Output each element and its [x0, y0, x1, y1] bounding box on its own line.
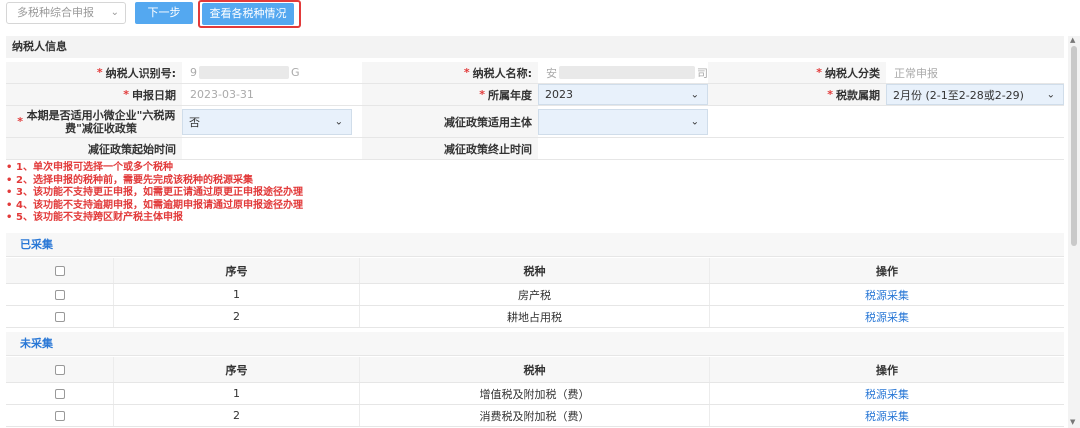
- table-row: 2 消费税及附加税（费） 税源采集: [6, 405, 1064, 427]
- notice-list: • 1、单次申报可选择一个或多个税种 • 2、选择申报的税种前，需要先完成该税种的税…: [6, 162, 606, 225]
- year-select[interactable]: 2023 ⌄: [538, 84, 708, 105]
- source-collect-link[interactable]: 税源采集: [865, 287, 909, 303]
- row-no: 2: [114, 306, 360, 327]
- table-row: 1 增值税及附加税（费） 税源采集: [6, 383, 1064, 405]
- notice-item: • 3、该功能不支持更正申报，如需更正请通过原更正申报途径办理: [6, 187, 303, 199]
- taxpayer-category-value: 正常申报: [894, 66, 938, 80]
- select-all-checkbox[interactable]: [54, 364, 65, 375]
- row-checkbox[interactable]: [54, 410, 65, 421]
- notice-item: • 1、单次申报可选择一个或多个税种: [6, 162, 173, 173]
- toolbar: 多税种综合申报 ⌄ 下一步 查看各税种情况: [0, 0, 1080, 30]
- source-collect-link[interactable]: 税源采集: [865, 309, 909, 325]
- next-step-button[interactable]: 下一步: [135, 2, 193, 24]
- redacted-block: [199, 66, 289, 79]
- col-no-header: 序号: [114, 258, 360, 283]
- taxpayer-id-label: * 纳税人识别号:: [6, 62, 182, 83]
- scroll-thumb[interactable]: [1071, 46, 1077, 246]
- taxpayer-name-label: * 纳税人名称:: [362, 62, 538, 83]
- col-tax-header: 税种: [360, 258, 710, 283]
- row-checkbox[interactable]: [54, 388, 65, 399]
- small-business-label: * 本期是否适用小微企业"六税两费"减征收政策: [6, 106, 182, 137]
- info-row-1: * 纳税人识别号: 9G * 纳税人名称: 安司 * 纳税人分类 正常申报: [6, 62, 1064, 84]
- chevron-down-icon: ⌄: [690, 116, 699, 128]
- col-tax-header: 税种: [360, 357, 710, 382]
- row-tax: 消费税及附加税（费）: [360, 405, 710, 426]
- notice-item: • 5、该功能不支持跨区财产税主体申报: [6, 212, 183, 224]
- row-checkbox[interactable]: [54, 311, 65, 322]
- scroll-up-icon[interactable]: ▲: [1070, 36, 1075, 44]
- table-row: 2 耕地占用税 税源采集: [6, 306, 1064, 328]
- period-select[interactable]: 2月份 (2-1至2-28或2-29) ⌄: [886, 84, 1064, 105]
- row-tax: 房产税: [360, 284, 710, 305]
- scroll-down-icon[interactable]: ▼: [1070, 418, 1075, 426]
- reduction-subject-select[interactable]: ⌄: [538, 109, 708, 135]
- reduction-end-label: 减征政策终止时间: [362, 138, 538, 159]
- main-panel: 纳税人信息 * 纳税人识别号: 9G * 纳税人名称: 安司 * 纳税人分类 正常申报…: [6, 36, 1064, 428]
- taxpayer-name-value: 安司: [546, 66, 708, 80]
- chevron-down-icon: ⌄: [334, 116, 343, 128]
- info-row-2: * 申报日期 2023-03-31 * 所属年度 2023 ⌄ * 税款属期 2月份 (…: [6, 84, 1064, 106]
- notice-item: • 2、选择申报的税种前，需要先完成该税种的税源采集: [6, 174, 253, 186]
- row-tax: 耕地占用税: [360, 306, 710, 327]
- year-label: * 所属年度: [362, 84, 538, 105]
- view-tax-status-button[interactable]: 查看各税种情况: [202, 3, 294, 25]
- source-collect-link[interactable]: 税源采集: [865, 386, 909, 402]
- declare-date-value: 2023-03-31: [190, 88, 254, 101]
- row-no: 1: [114, 284, 360, 305]
- uncollected-heading: 未采集: [6, 332, 1064, 356]
- taxpayer-info-heading: 纳税人信息: [6, 36, 1064, 58]
- row-no: 2: [114, 405, 360, 426]
- reduction-start-label: 减征政策起始时间: [6, 138, 182, 159]
- reduction-start-value: [182, 138, 362, 159]
- col-action-header: 操作: [876, 264, 898, 278]
- row-checkbox[interactable]: [54, 289, 65, 300]
- info-row-3: * 本期是否适用小微企业"六税两费"减征收政策 否 ⌄ 减征政策适用主体 ⌄: [6, 106, 1064, 138]
- chevron-down-icon: ⌄: [690, 89, 699, 100]
- vertical-scrollbar[interactable]: ▲ ▼: [1068, 36, 1080, 428]
- declare-date-label: * 申报日期: [6, 84, 182, 105]
- chevron-down-icon: ⌄: [1046, 89, 1055, 100]
- redacted-block: [559, 66, 695, 79]
- chevron-down-icon: ⌄: [110, 7, 119, 18]
- notice-item: • 4、该功能不支持逾期申报，如需逾期申报请通过原申报途径办理: [6, 199, 303, 211]
- small-business-select[interactable]: 否 ⌄: [182, 109, 352, 135]
- table-header: 序号 税种 操作: [6, 258, 1064, 284]
- reduction-subject-label: 减征政策适用主体: [362, 106, 538, 137]
- declaration-type-select[interactable]: 多税种综合申报 ⌄: [6, 2, 126, 24]
- col-no-header: 序号: [114, 357, 360, 382]
- select-all-checkbox[interactable]: [54, 265, 65, 276]
- taxpayer-id-value: 9G: [190, 66, 300, 79]
- declaration-type-value: 多税种综合申报: [17, 6, 94, 19]
- taxpayer-category-label: * 纳税人分类: [708, 62, 886, 83]
- reduction-end-value: [538, 138, 708, 159]
- period-label: * 税款属期: [708, 84, 886, 105]
- row-no: 1: [114, 383, 360, 404]
- row-tax: 增值税及附加税（费）: [360, 383, 710, 404]
- table-header: 序号 税种 操作: [6, 357, 1064, 383]
- table-row: 1 房产税 税源采集: [6, 284, 1064, 306]
- info-row-4: 减征政策起始时间 减征政策终止时间: [6, 138, 1064, 160]
- col-action-header: 操作: [876, 363, 898, 377]
- source-collect-link[interactable]: 税源采集: [865, 408, 909, 424]
- collected-heading: 已采集: [6, 233, 1064, 257]
